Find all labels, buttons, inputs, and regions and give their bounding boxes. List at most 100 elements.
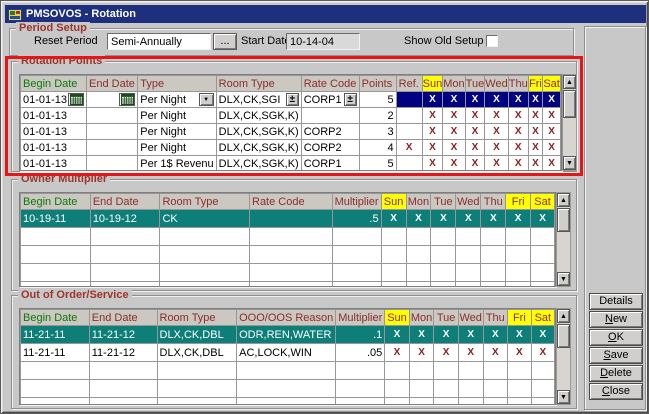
cell-empty[interactable]	[90, 264, 160, 282]
cell-begin-date[interactable]: 01-01-13	[21, 124, 87, 140]
cell-empty[interactable]	[237, 362, 336, 380]
cell-day-mark[interactable]: X	[506, 210, 531, 228]
cell-ref[interactable]	[396, 124, 422, 140]
cell-empty[interactable]	[332, 228, 381, 246]
cell-begin-date[interactable]: 10-19-11	[21, 210, 91, 228]
cell-empty[interactable]	[531, 228, 555, 246]
cell-day-mark[interactable]: X	[543, 156, 561, 172]
cell-empty[interactable]	[456, 264, 481, 282]
cell-empty[interactable]	[431, 228, 456, 246]
cell-type[interactable]: Per Night	[138, 140, 216, 156]
start-date-input[interactable]	[286, 33, 360, 50]
cell-empty[interactable]	[90, 228, 160, 246]
cell-day-mark[interactable]: X	[508, 326, 532, 344]
cell-end-date[interactable]: 11-21-12	[89, 344, 157, 362]
cell-rate-code[interactable]: CORP1	[301, 156, 359, 172]
cell-empty[interactable]	[481, 282, 506, 288]
cell-day-mark[interactable]: X	[485, 140, 508, 156]
cell-day-mark[interactable]: X	[483, 326, 507, 344]
cell-day-mark[interactable]: X	[531, 344, 554, 362]
cell-empty[interactable]	[483, 380, 507, 398]
cell-empty[interactable]	[250, 246, 333, 264]
cell-ref[interactable]: X	[396, 140, 422, 156]
cell-multiplier[interactable]: .5	[332, 210, 381, 228]
cell-day-mark[interactable]: X	[422, 124, 443, 140]
cell-empty[interactable]	[336, 380, 385, 398]
cell-empty[interactable]	[458, 380, 483, 398]
cell-empty[interactable]	[21, 380, 90, 398]
cell-day-mark[interactable]: X	[508, 344, 532, 362]
cell-empty[interactable]	[456, 246, 481, 264]
cell-ref[interactable]	[396, 92, 422, 108]
cell-day-mark[interactable]: X	[458, 344, 483, 362]
cell-ref[interactable]	[396, 108, 422, 124]
cell-end-date[interactable]	[87, 140, 138, 156]
cell-day-mark[interactable]: X	[422, 108, 443, 124]
list-of-values-icon[interactable]: ±	[344, 93, 357, 106]
close-button[interactable]: Close	[589, 383, 643, 400]
cell-begin-date[interactable]: 01-01-13	[21, 156, 87, 172]
cell-empty[interactable]	[237, 398, 336, 406]
cell-empty[interactable]	[89, 380, 157, 398]
cell-day-mark[interactable]: X	[422, 156, 443, 172]
cell-ref[interactable]	[396, 156, 422, 172]
cell-end-date[interactable]	[87, 108, 138, 124]
cell-begin-date[interactable]: 01-01-13	[21, 108, 87, 124]
cell-empty[interactable]	[506, 282, 531, 288]
cell-day-mark[interactable]: X	[508, 124, 528, 140]
cell-empty[interactable]	[431, 264, 456, 282]
cell-empty[interactable]	[250, 264, 333, 282]
cell-empty[interactable]	[90, 246, 160, 264]
cell-day-mark[interactable]: X	[409, 344, 434, 362]
cell-begin-date[interactable]: 11-21-11	[21, 326, 90, 344]
cell-day-mark[interactable]: X	[409, 326, 434, 344]
cell-room-type[interactable]: CK	[160, 210, 250, 228]
cell-empty[interactable]	[481, 228, 506, 246]
cell-empty[interactable]	[483, 398, 507, 406]
cell-empty[interactable]	[160, 246, 250, 264]
cell-empty[interactable]	[336, 398, 385, 406]
cell-day-mark[interactable]: X	[543, 108, 561, 124]
cell-day-mark[interactable]: X	[543, 140, 561, 156]
cell-day-mark[interactable]: X	[465, 92, 485, 108]
cell-end-date[interactable]: 10-19-12	[90, 210, 160, 228]
cell-rate-code[interactable]	[250, 210, 333, 228]
scrollbar-thumb[interactable]	[557, 208, 570, 232]
cell-rate-code[interactable]: CORP1±	[301, 92, 359, 108]
out-of-order-scrollbar[interactable]: ▲ ▼	[556, 308, 571, 405]
cell-empty[interactable]	[431, 246, 456, 264]
cell-points[interactable]: 4	[359, 140, 396, 156]
cell-room-type[interactable]: DLX,CK,DBL	[157, 344, 237, 362]
cell-empty[interactable]	[531, 246, 555, 264]
cell-day-mark[interactable]: X	[528, 92, 542, 108]
cell-day-mark[interactable]: X	[458, 326, 483, 344]
ok-button[interactable]: OK	[589, 329, 643, 346]
cell-room-type[interactable]: DLX,CK,SGK,K)	[216, 124, 301, 140]
cell-end-date[interactable]	[87, 92, 138, 108]
cell-day-mark[interactable]: X	[381, 210, 406, 228]
cell-day-mark[interactable]: X	[481, 210, 506, 228]
new-button[interactable]: New	[589, 311, 643, 328]
cell-day-mark[interactable]: X	[543, 92, 561, 108]
cell-empty[interactable]	[531, 380, 554, 398]
cell-empty[interactable]	[21, 264, 91, 282]
cell-day-mark[interactable]: X	[465, 108, 485, 124]
cell-empty[interactable]	[237, 380, 336, 398]
cell-day-mark[interactable]: X	[528, 140, 542, 156]
cell-empty[interactable]	[385, 398, 409, 406]
cell-room-type[interactable]: DLX,CK,SGK,K)	[216, 140, 301, 156]
cell-empty[interactable]	[458, 362, 483, 380]
cell-empty[interactable]	[157, 362, 237, 380]
cell-empty[interactable]	[332, 246, 381, 264]
scrollbar-down-icon[interactable]: ▼	[563, 156, 576, 170]
cell-empty[interactable]	[506, 246, 531, 264]
cell-type[interactable]: Per Night▼	[138, 92, 216, 108]
cell-empty[interactable]	[531, 282, 555, 288]
delete-button[interactable]: Delete	[589, 365, 643, 382]
cell-empty[interactable]	[531, 362, 554, 380]
cell-day-mark[interactable]: X	[465, 156, 485, 172]
cell-empty[interactable]	[406, 228, 431, 246]
cell-empty[interactable]	[21, 282, 91, 288]
cell-empty[interactable]	[381, 264, 406, 282]
cell-empty[interactable]	[160, 282, 250, 288]
